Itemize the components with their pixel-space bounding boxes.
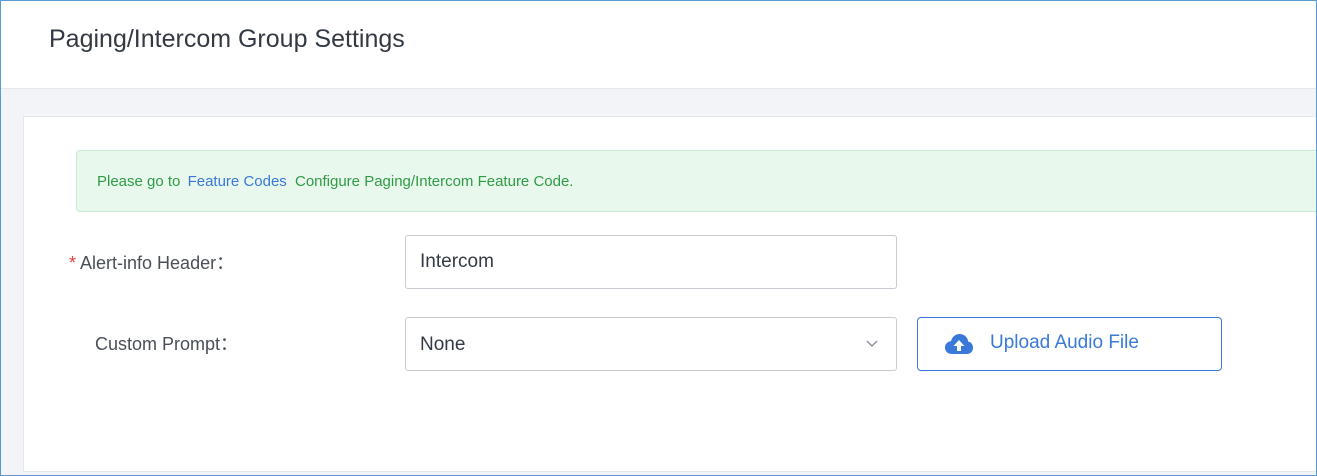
custom-prompt-label: Custom Prompt： — [95, 334, 239, 354]
custom-prompt-selected-value: None — [420, 334, 466, 355]
upload-audio-file-button[interactable]: Upload Audio File — [917, 317, 1222, 371]
notice-suffix: Configure Paging/Intercom Feature Code. — [294, 173, 574, 190]
alert-info-header-label-text: Alert-info Header： — [80, 253, 235, 273]
notice-prefix: Please go to — [97, 173, 181, 190]
alert-info-header-input[interactable] — [405, 235, 897, 289]
alert-info-header-label: * Alert-info Header： — [69, 249, 234, 275]
notice-text: Please go to Feature Codes Configure Pag… — [97, 173, 573, 190]
feature-codes-link[interactable]: Feature Codes — [185, 173, 291, 190]
page-title: Paging/Intercom Group Settings — [49, 25, 405, 53]
upload-audio-file-label: Upload Audio File — [990, 332, 1139, 353]
window-frame: Paging/Intercom Group Settings Please go… — [0, 0, 1317, 476]
required-marker: * — [69, 253, 77, 273]
cloud-upload-icon — [945, 334, 973, 354]
info-notice: Please go to Feature Codes Configure Pag… — [76, 150, 1316, 212]
settings-card: Please go to Feature Codes Configure Pag… — [23, 116, 1316, 472]
custom-prompt-select[interactable]: None — [405, 317, 897, 371]
chevron-down-icon — [866, 340, 878, 347]
page-header: Paging/Intercom Group Settings — [1, 1, 1316, 89]
